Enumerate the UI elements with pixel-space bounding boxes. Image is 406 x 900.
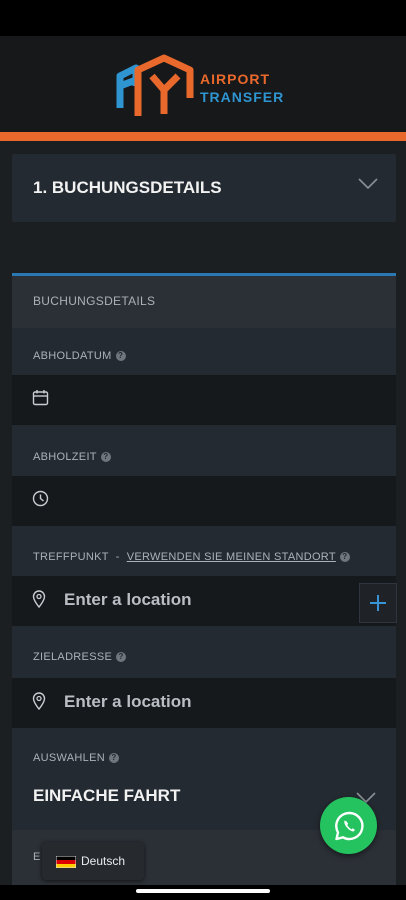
- plus-icon: [370, 595, 386, 611]
- section-title: BUCHUNGSDETAILS: [33, 294, 156, 308]
- pickup-date-label-text: ABHOLDATUM: [33, 350, 112, 362]
- section-header: BUCHUNGSDETAILS: [12, 276, 396, 328]
- booking-details-accordion[interactable]: 1. BUCHUNGSDETAILS: [12, 154, 396, 222]
- help-icon[interactable]: ?: [115, 351, 126, 361]
- use-my-location-link[interactable]: VERWENDEN SIE MEINEN STANDORT: [127, 551, 336, 563]
- home-indicator: [136, 889, 270, 893]
- pickup-date-field: ABHOLDATUM ?: [12, 328, 396, 429]
- whatsapp-icon: [334, 811, 364, 840]
- pickup-time-input[interactable]: [12, 476, 396, 526]
- trip-type-value: EINFACHE FAHRT: [33, 786, 181, 805]
- help-icon[interactable]: ?: [100, 452, 111, 462]
- whatsapp-button[interactable]: [320, 797, 377, 854]
- meeting-point-input[interactable]: Enter a location: [12, 576, 396, 626]
- help-icon[interactable]: ?: [116, 652, 127, 662]
- meeting-point-label-text: TREFFPUNKT: [33, 551, 109, 563]
- logo-mark-icon: [116, 54, 194, 116]
- help-icon[interactable]: ?: [108, 753, 119, 763]
- location-pin-icon: [32, 590, 46, 608]
- brand-name: AIRPORT TRANSFER: [200, 70, 284, 106]
- calendar-icon: [32, 390, 49, 406]
- destination-field: ZIELADRESSE ? Enter a location: [12, 629, 396, 730]
- status-bar: [0, 0, 406, 36]
- german-flag-icon: [56, 856, 76, 868]
- accordion-title: 1. BUCHUNGSDETAILS: [33, 178, 222, 197]
- pickup-time-field: ABHOLZEIT ?: [12, 429, 396, 529]
- chevron-down-icon: [358, 178, 378, 190]
- add-stop-button[interactable]: [359, 583, 397, 623]
- meeting-point-field: TREFFPUNKT - VERWENDEN SIE MEINEN STANDO…: [12, 529, 396, 629]
- language-label: Deutsch: [81, 854, 126, 868]
- location-pin-icon: [32, 692, 46, 710]
- site-header: AIRPORT TRANSFER: [0, 36, 406, 132]
- destination-input[interactable]: Enter a location: [12, 678, 396, 728]
- trip-type-label: AUSWAHLEN ?: [33, 752, 119, 764]
- pickup-time-label: ABHOLZEIT ?: [33, 451, 111, 463]
- language-switcher[interactable]: Deutsch: [42, 842, 144, 880]
- clock-icon: [32, 490, 49, 507]
- pickup-date-input[interactable]: [12, 375, 396, 425]
- next-field-label-start: E: [33, 851, 41, 863]
- trip-type-label-text: AUSWAHLEN: [33, 752, 105, 764]
- header-divider: [0, 132, 406, 141]
- destination-placeholder: Enter a location: [64, 692, 192, 711]
- pickup-time-label-text: ABHOLZEIT: [33, 451, 97, 463]
- label-separator: -: [115, 551, 120, 563]
- destination-label: ZIELADRESSE ?: [33, 651, 127, 663]
- destination-label-text: ZIELADRESSE: [33, 651, 113, 663]
- pickup-date-label: ABHOLDATUM ?: [33, 350, 126, 362]
- brand-line-2: TRANSFER: [200, 89, 285, 105]
- brand-line-1: AIRPORT: [200, 71, 270, 87]
- help-icon[interactable]: ?: [339, 552, 350, 562]
- logo[interactable]: AIRPORT TRANSFER: [116, 46, 296, 122]
- meeting-point-placeholder: Enter a location: [64, 590, 192, 609]
- booking-form: 1. BUCHUNGSDETAILS BUCHUNGSDETAILS ABHOL…: [0, 141, 406, 885]
- meeting-point-label: TREFFPUNKT - VERWENDEN SIE MEINEN STANDO…: [33, 551, 350, 563]
